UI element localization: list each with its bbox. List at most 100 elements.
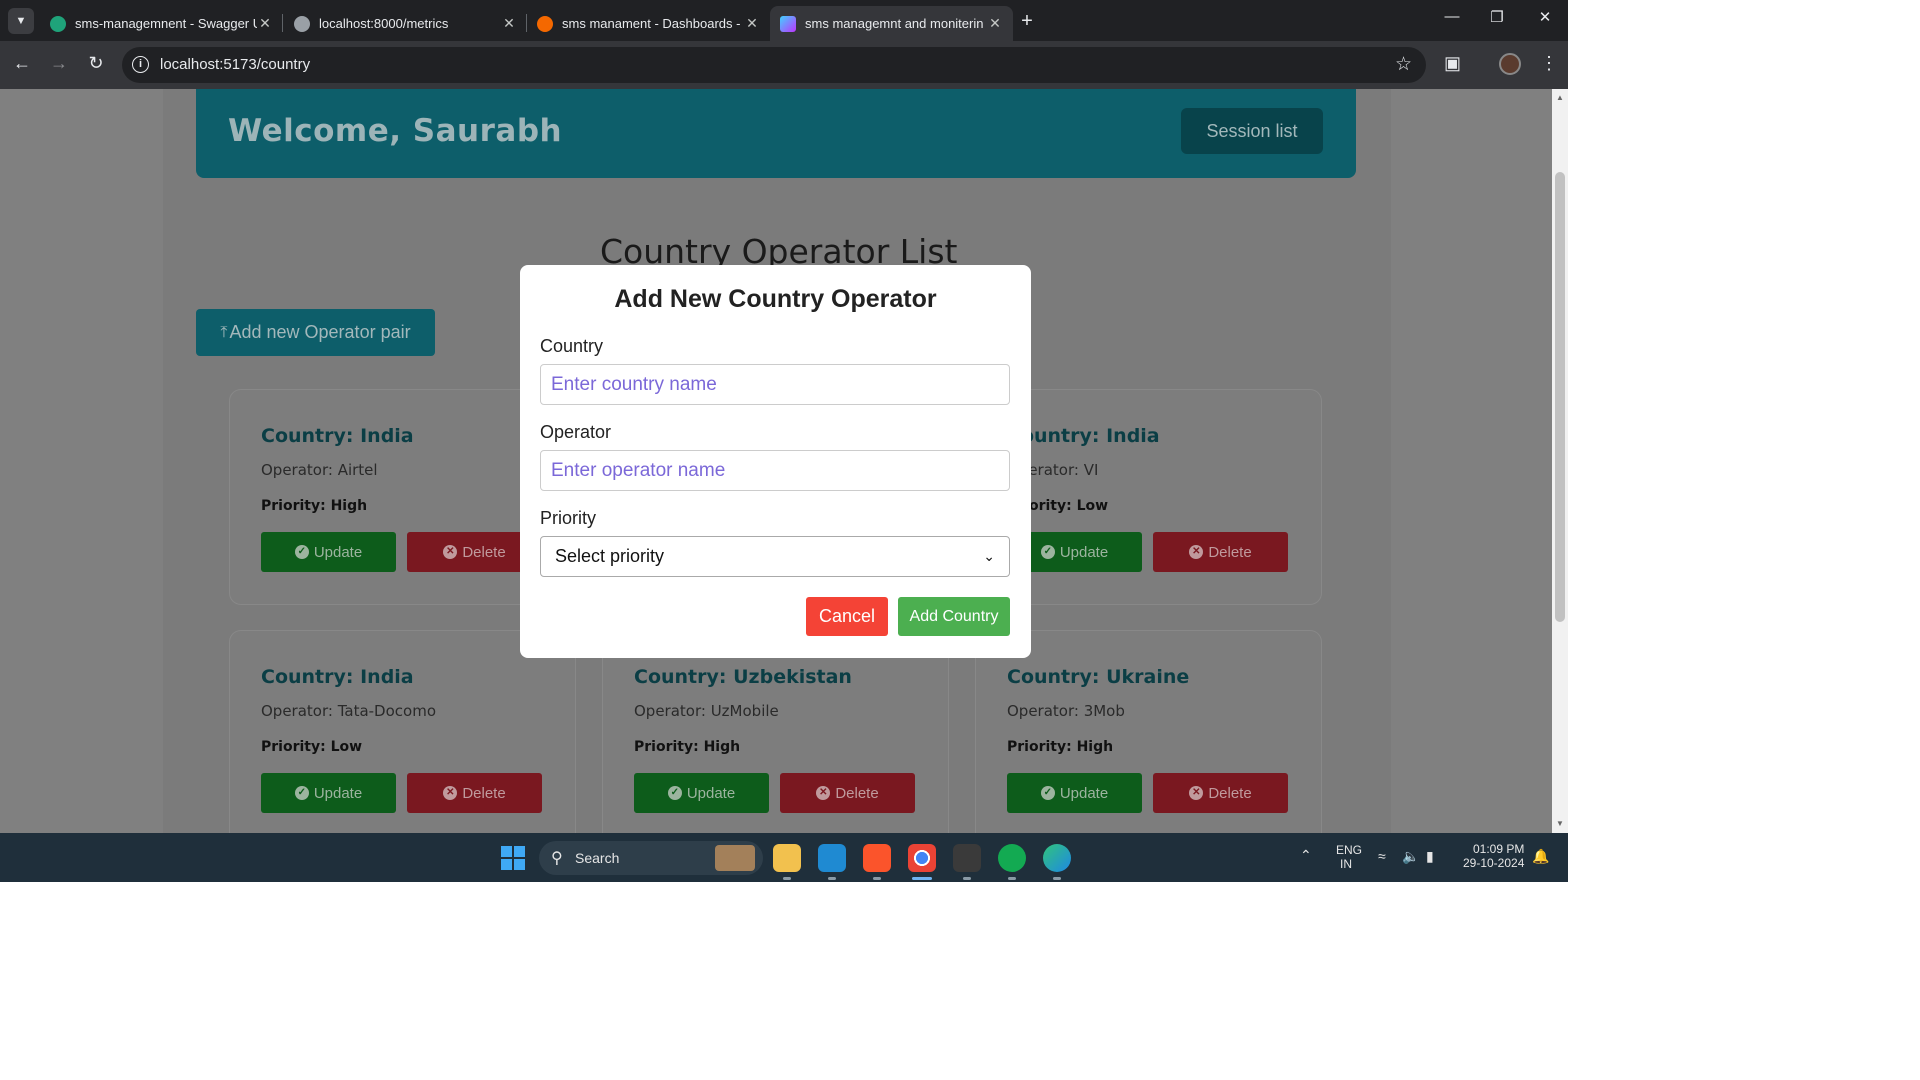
tab-search-menu-button[interactable]: ▼ xyxy=(8,8,34,34)
priority-select[interactable]: Select priority ⌄ xyxy=(540,536,1010,577)
notification-bell-icon[interactable]: 🔔 xyxy=(1532,848,1549,865)
clock-time: 01:09 PM xyxy=(1473,842,1525,856)
terminal-icon[interactable] xyxy=(953,844,981,872)
scroll-up-icon[interactable]: ▲ xyxy=(1555,93,1565,102)
extensions-icon[interactable]: ▣ xyxy=(1444,53,1461,74)
update-label: Update xyxy=(1059,784,1109,802)
cancel-button[interactable]: Cancel xyxy=(806,597,888,636)
tab-title: sms manament - Dashboards - xyxy=(562,16,741,31)
close-icon[interactable]: ✕ xyxy=(987,15,1003,32)
url-text[interactable]: localhost:5173/country xyxy=(160,56,310,73)
brave-browser-icon[interactable] xyxy=(863,844,891,872)
clock[interactable]: 01:09 PM 29-10-2024 xyxy=(1460,842,1524,870)
wifi-icon[interactable]: ≈ xyxy=(1378,848,1386,864)
scroll-down-icon[interactable]: ▼ xyxy=(1555,819,1565,828)
scroll-thumb[interactable] xyxy=(1555,172,1565,622)
close-window-icon[interactable]: ✕ xyxy=(1535,8,1555,26)
search-icon: ⚲ xyxy=(551,850,563,867)
running-indicator xyxy=(783,877,791,880)
browser-tab-strip: ▼ sms-managemnent - Swagger U ✕ localhos… xyxy=(0,0,1568,41)
session-list-button[interactable]: Session list xyxy=(1181,108,1323,154)
taskbar-search[interactable]: ⚲ Search xyxy=(539,841,763,875)
delete-label: Delete xyxy=(1208,543,1252,561)
add-country-button[interactable]: Add Country xyxy=(898,597,1010,636)
page-scrollbar[interactable]: ▲ ▼ xyxy=(1552,89,1568,833)
tab-title: localhost:8000/metrics xyxy=(319,16,449,31)
battery-icon[interactable]: ▮ xyxy=(1426,848,1434,865)
operator-card: Country: Ukraine Operator: 3Mob Priority… xyxy=(975,630,1322,833)
browser-toolbar: ← → ↻ i localhost:5173/country ☆ ▣ ⋮ xyxy=(0,41,1568,89)
add-operator-pair-button[interactable]: ⤒ Add new Operator pair xyxy=(196,309,435,356)
site-info-icon[interactable]: i xyxy=(132,56,149,73)
x-circle-icon: ✕ xyxy=(443,786,458,800)
card-operator: Operator: Airtel xyxy=(261,461,378,479)
delete-button[interactable]: ✕ Delete xyxy=(1153,532,1288,572)
country-input[interactable] xyxy=(540,364,1010,405)
tab-title: sms-managemnent - Swagger U xyxy=(75,16,257,31)
add-country-operator-modal: Add New Country Operator Country Operato… xyxy=(520,265,1031,658)
update-button[interactable]: ✓ Update xyxy=(261,532,396,572)
grafana-icon xyxy=(537,15,553,32)
x-circle-icon: ✕ xyxy=(443,545,458,559)
file-explorer-icon[interactable] xyxy=(773,844,801,872)
vite-icon xyxy=(780,15,796,32)
card-priority: Priority: High xyxy=(261,498,368,514)
back-icon[interactable]: ← xyxy=(10,53,34,74)
tab-swagger[interactable]: sms-managemnent - Swagger U ✕ xyxy=(40,6,283,41)
profile-avatar[interactable] xyxy=(1499,53,1521,75)
close-icon[interactable]: ✕ xyxy=(257,15,273,32)
delete-button[interactable]: ✕ Delete xyxy=(407,773,542,813)
update-label: Update xyxy=(1059,543,1109,561)
bookmark-star-icon[interactable]: ☆ xyxy=(1395,53,1412,76)
active-indicator xyxy=(912,877,932,880)
windows-taskbar: ⚲ Search ⌃ ENG IN ≈ 🔈 ▮ 01:09 PM 29-10-2… xyxy=(0,833,1568,882)
check-circle-icon: ✓ xyxy=(294,786,309,800)
card-country: Country: Ukraine xyxy=(1007,666,1190,688)
operator-input[interactable] xyxy=(540,450,1010,491)
running-indicator xyxy=(1053,877,1061,880)
language-indicator[interactable]: ENG IN xyxy=(1336,843,1362,871)
chevron-up-icon[interactable]: ⌃ xyxy=(1300,847,1312,864)
tab-title: sms managemnt and moniterin xyxy=(805,16,984,31)
close-icon[interactable]: ✕ xyxy=(744,15,760,32)
edge-icon[interactable] xyxy=(1043,844,1071,872)
operator-card: Country: Uzbekistan Operator: UzMobile P… xyxy=(602,630,949,833)
search-highlight-image xyxy=(715,845,755,871)
add-operator-pair-label: Add new Operator pair xyxy=(229,322,411,342)
country-label: Country xyxy=(540,336,604,356)
delete-button[interactable]: ✕ Delete xyxy=(780,773,915,813)
globe-icon xyxy=(294,15,310,32)
close-icon[interactable]: ✕ xyxy=(501,15,517,32)
tab-metrics[interactable]: localhost:8000/metrics ✕ xyxy=(284,6,527,41)
forward-icon[interactable]: → xyxy=(47,53,71,74)
update-label: Update xyxy=(686,784,736,802)
browser-menu-icon[interactable]: ⋮ xyxy=(1540,53,1558,74)
volume-icon[interactable]: 🔈 xyxy=(1402,848,1419,865)
chrome-icon[interactable] xyxy=(908,844,936,872)
card-country: Country: India xyxy=(261,666,414,688)
minimize-icon[interactable]: — xyxy=(1442,8,1462,25)
tab-sms-app[interactable]: sms managemnt and moniterin ✕ xyxy=(770,6,1013,41)
mongodb-compass-icon[interactable] xyxy=(998,844,1026,872)
swagger-icon xyxy=(50,15,66,32)
running-indicator xyxy=(873,877,881,880)
update-button[interactable]: ✓ Update xyxy=(1007,773,1142,813)
priority-selected-value: Select priority xyxy=(555,546,665,566)
reload-icon[interactable]: ↻ xyxy=(84,53,108,74)
priority-label: Priority xyxy=(540,508,597,528)
delete-button[interactable]: ✕ Delete xyxy=(1153,773,1288,813)
restore-icon[interactable]: ❐ xyxy=(1487,8,1507,26)
card-country: Country: Uzbekistan xyxy=(634,666,852,688)
vscode-icon[interactable] xyxy=(818,844,846,872)
new-tab-button[interactable]: + xyxy=(1016,10,1038,33)
windows-start-icon[interactable] xyxy=(499,844,527,872)
card-priority: Priority: High xyxy=(634,739,741,755)
address-bar[interactable]: i localhost:5173/country ☆ xyxy=(122,47,1426,83)
update-button[interactable]: ✓ Update xyxy=(261,773,396,813)
language-code: ENG xyxy=(1336,843,1363,857)
update-button[interactable]: ✓ Update xyxy=(634,773,769,813)
tab-grafana[interactable]: sms manament - Dashboards - ✕ xyxy=(527,6,770,41)
upload-icon: ⤒ xyxy=(220,323,228,341)
app-header: Welcome, Saurabh Session list xyxy=(196,89,1356,178)
chevron-down-icon: ⌄ xyxy=(983,548,995,564)
